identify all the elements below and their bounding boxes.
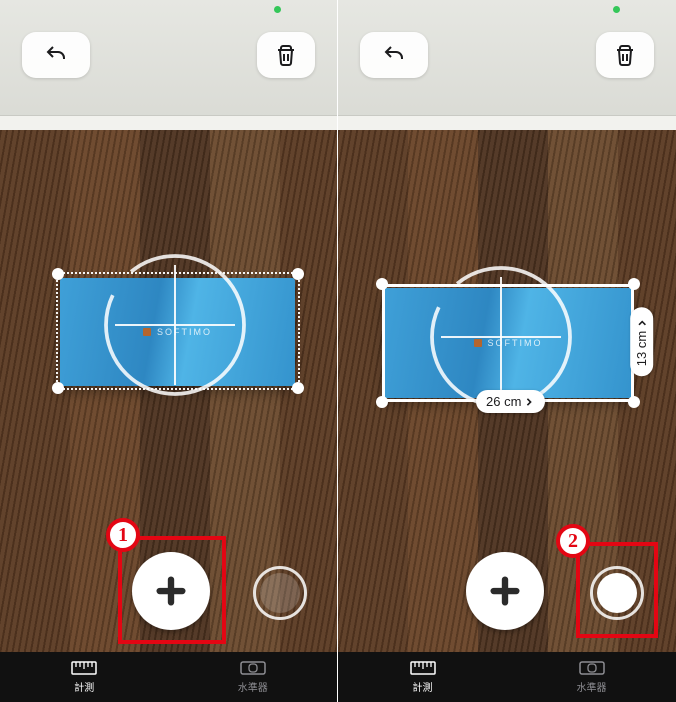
trash-icon (274, 43, 298, 67)
tab-measure[interactable]: 計測 (0, 652, 169, 702)
undo-button[interactable] (22, 32, 90, 78)
delete-button[interactable] (257, 32, 315, 78)
tab-level[interactable]: 水準器 (507, 652, 676, 702)
chevron-right-icon (525, 397, 533, 407)
tab-measure-label: 計測 (413, 679, 433, 694)
annotation-box-1 (118, 536, 226, 644)
add-point-button[interactable] (466, 552, 544, 630)
screenshot-right: SOFTIMO 26 cm 13 cm (338, 0, 676, 702)
measurement-width-value: 26 cm (486, 394, 521, 409)
tab-measure-label: 計測 (74, 679, 94, 694)
screenshot-left: SOFTIMO 1 計測 (0, 0, 338, 702)
handle-tl[interactable] (376, 278, 388, 290)
reticle (100, 250, 250, 400)
annotation-number: 1 (118, 524, 128, 547)
ruler-icon (71, 660, 97, 676)
handle-tl[interactable] (52, 268, 64, 280)
level-icon (579, 660, 605, 676)
tab-level-label: 水準器 (238, 679, 268, 694)
handle-bl[interactable] (376, 396, 388, 408)
handle-br[interactable] (292, 382, 304, 394)
ruler-icon (410, 660, 436, 676)
annotation-number: 2 (568, 530, 578, 553)
tab-bar: 計測 水準器 (0, 652, 337, 702)
level-icon (240, 660, 266, 676)
camera-indicator-dot (274, 6, 281, 13)
undo-icon (382, 43, 406, 67)
undo-button[interactable] (360, 32, 428, 78)
measurement-height[interactable]: 13 cm (630, 307, 653, 376)
tab-level[interactable]: 水準器 (169, 652, 338, 702)
handle-tr[interactable] (292, 268, 304, 280)
annotation-badge-2: 2 (556, 524, 590, 558)
tab-measure[interactable]: 計測 (338, 652, 507, 702)
handle-bl[interactable] (52, 382, 64, 394)
tab-bar: 計測 水準器 (338, 652, 676, 702)
undo-icon (44, 43, 68, 67)
handle-br[interactable] (628, 396, 640, 408)
chevron-right-icon (637, 319, 647, 327)
measurement-width[interactable]: 26 cm (476, 390, 545, 413)
annotation-box-2 (576, 542, 658, 638)
annotation-badge-1: 1 (106, 518, 140, 552)
shutter-button[interactable] (253, 566, 307, 620)
trash-icon (613, 43, 637, 67)
camera-indicator-dot (613, 6, 620, 13)
tab-level-label: 水準器 (577, 679, 607, 694)
handle-tr[interactable] (628, 278, 640, 290)
plus-icon (488, 574, 522, 608)
measurement-height-value: 13 cm (634, 331, 649, 366)
delete-button[interactable] (596, 32, 654, 78)
